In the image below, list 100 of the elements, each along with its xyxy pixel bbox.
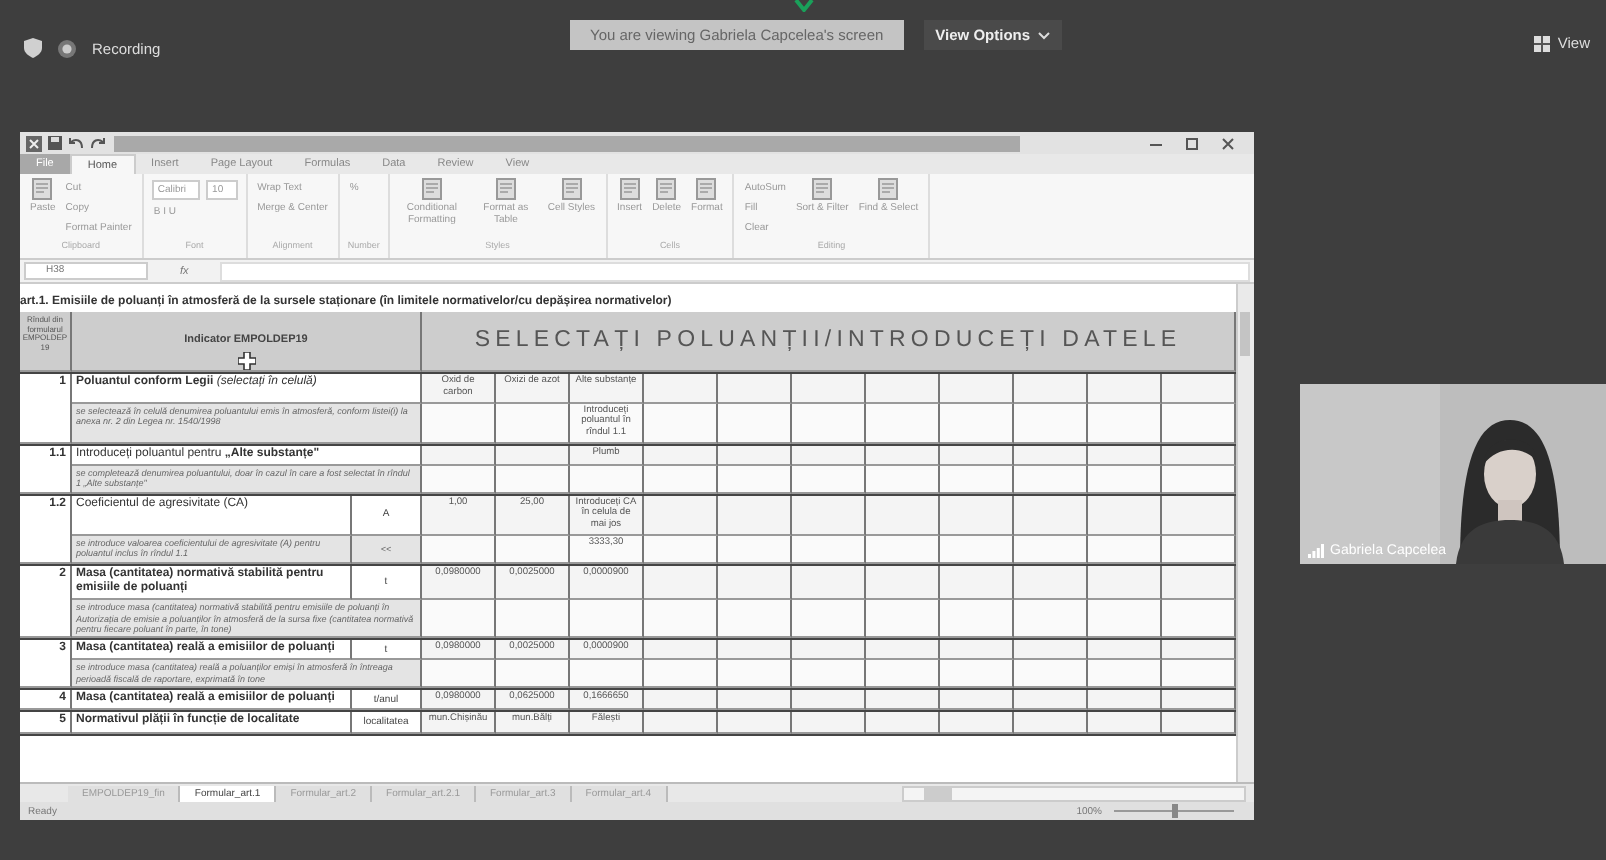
table-cell (1088, 712, 1162, 734)
table-cell (644, 465, 718, 494)
table-cell (1162, 640, 1236, 661)
table-cell (644, 690, 718, 711)
table-cell (1162, 465, 1236, 494)
table-cell (496, 403, 570, 444)
table-cell (496, 600, 570, 639)
table-cell (1088, 445, 1162, 466)
table-cell (718, 712, 792, 734)
table-cell (1088, 374, 1162, 403)
table-cell (1014, 600, 1088, 639)
table-cell (718, 374, 792, 403)
table-cell (1088, 660, 1162, 689)
table-cell (866, 535, 940, 564)
table-cell (1088, 565, 1162, 601)
table-cell (718, 600, 792, 639)
table-cell (718, 660, 792, 689)
shield-icon (24, 38, 42, 58)
table-cell (866, 690, 940, 711)
record-icon (58, 39, 76, 57)
table-cell (496, 445, 570, 466)
table-cell (1162, 712, 1236, 734)
table-cell (792, 535, 866, 564)
maximize-icon[interactable] (1184, 135, 1200, 151)
table-cell (1014, 660, 1088, 689)
table-cell (940, 690, 1014, 711)
table-cell (1014, 690, 1088, 711)
table-cell (866, 712, 940, 734)
document-icon (812, 178, 833, 200)
table-cell (718, 403, 792, 444)
table-cell (496, 465, 570, 494)
document-icon (619, 178, 640, 200)
table-cell (866, 465, 940, 494)
document-icon (656, 178, 677, 200)
redo-icon[interactable] (90, 136, 106, 150)
table-cell (940, 445, 1014, 466)
table-cell (570, 660, 644, 689)
table-cell (1014, 403, 1088, 444)
table-cell (866, 600, 940, 639)
document-icon (32, 178, 53, 200)
table-cell (1014, 640, 1088, 661)
save-icon[interactable] (48, 136, 62, 150)
table-cell (1162, 374, 1236, 403)
table-cell (792, 495, 866, 536)
signal-icon (1308, 544, 1324, 558)
table-cell (940, 374, 1014, 403)
table-cell (644, 535, 718, 564)
cursor-icon (238, 352, 256, 370)
table-cell (570, 465, 644, 494)
table-cell (718, 465, 792, 494)
table-cell (1014, 495, 1088, 536)
table-cell (718, 495, 792, 536)
table-cell (496, 660, 570, 689)
table-cell (422, 660, 496, 689)
table-cell (644, 403, 718, 444)
table-cell (1162, 600, 1236, 639)
scrollbar[interactable] (902, 785, 1246, 801)
table-cell (1162, 403, 1236, 444)
check-icon (794, 0, 814, 12)
table-cell (1088, 640, 1162, 661)
slider-thumb[interactable] (1171, 804, 1177, 818)
table-cell (496, 535, 570, 564)
table-cell (866, 374, 940, 403)
table-cell (940, 465, 1014, 494)
table-cell (644, 600, 718, 639)
close-icon[interactable] (1220, 135, 1236, 151)
table-cell (866, 660, 940, 689)
table-cell (644, 495, 718, 536)
table-cell (866, 445, 940, 466)
table-cell (940, 712, 1014, 734)
formula-input[interactable] (220, 261, 1250, 281)
table-cell (422, 535, 496, 564)
table-cell (792, 565, 866, 601)
table-cell (792, 712, 866, 734)
table-cell (1014, 565, 1088, 601)
table-cell (940, 403, 1014, 444)
table-cell (940, 660, 1014, 689)
scrollbar[interactable] (1236, 284, 1254, 782)
table-cell (422, 600, 496, 639)
table-cell (644, 565, 718, 601)
table-cell (866, 565, 940, 601)
table-header-cell: SELECTAȚI POLUANȚII/INTRODUCEȚI DATELE (422, 312, 1236, 372)
table-cell (718, 535, 792, 564)
table-cell (792, 374, 866, 403)
table-cell (792, 445, 866, 466)
table-cell (422, 445, 496, 466)
table-cell (940, 535, 1014, 564)
table-cell (1014, 465, 1088, 494)
table-cell (1162, 690, 1236, 711)
table-cell (1088, 465, 1162, 494)
table-cell (792, 465, 866, 494)
table-cell (1014, 374, 1088, 403)
table-cell (570, 600, 644, 639)
table-cell (718, 690, 792, 711)
table-cell (1014, 712, 1088, 734)
undo-icon[interactable] (68, 136, 84, 150)
table-cell (422, 403, 496, 444)
table-cell (792, 690, 866, 711)
table-cell (1088, 690, 1162, 711)
table-cell (1088, 403, 1162, 444)
